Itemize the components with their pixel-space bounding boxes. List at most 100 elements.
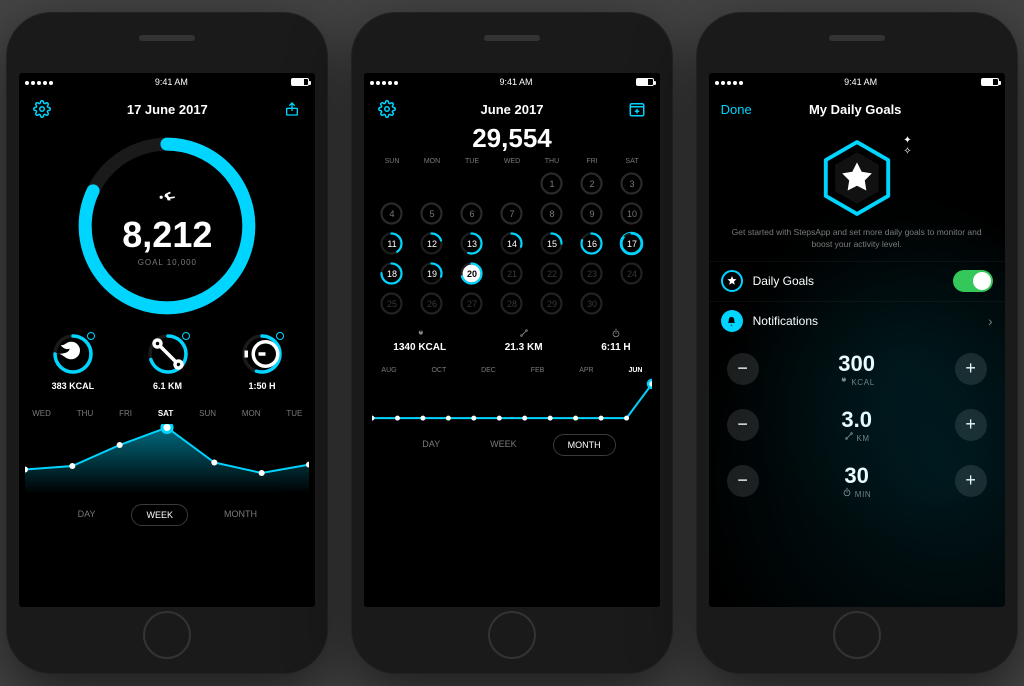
nav-bar: Done My Daily Goals <box>709 91 1005 127</box>
calendar-day[interactable]: 12 <box>419 231 444 256</box>
calendar-day[interactable]: 27 <box>459 291 484 316</box>
calendar-day[interactable]: 16 <box>579 231 604 256</box>
calendar-day[interactable]: 24 <box>619 261 644 286</box>
settings-button[interactable] <box>31 98 53 120</box>
calendar-day[interactable]: 22 <box>539 261 564 286</box>
month-chart <box>372 378 652 424</box>
status-bar: 9:41 AM <box>19 73 315 91</box>
day-label[interactable]: FRI <box>119 409 132 418</box>
calendar-day[interactable]: 14 <box>499 231 524 256</box>
dow-label: THU <box>532 158 572 165</box>
done-button[interactable]: Done <box>721 102 752 117</box>
signal-dots-icon <box>370 77 400 87</box>
dow-label: WED <box>492 158 532 165</box>
tab-month[interactable]: MONTH <box>210 504 271 526</box>
day-label[interactable]: THU <box>77 409 93 418</box>
calendar-day[interactable]: 26 <box>419 291 444 316</box>
day-label[interactable]: MON <box>242 409 261 418</box>
signal-dots-icon <box>715 77 745 87</box>
calendar-day[interactable]: 9 <box>579 201 604 226</box>
month-label[interactable]: APR <box>579 367 593 374</box>
goal-value: 30 <box>844 463 868 489</box>
calendar-day[interactable]: 7 <box>499 201 524 226</box>
tab-day[interactable]: DAY <box>64 504 110 526</box>
calendar-day[interactable]: 4 <box>379 201 404 226</box>
mini-label: 6.1 KM <box>153 381 182 391</box>
calendar-day[interactable]: 1 <box>539 171 564 196</box>
goal-row-min: − 30 MIN + <box>709 453 1005 509</box>
share-button[interactable] <box>281 98 303 120</box>
steps-progress-ring: 8,212 GOAL 10,000 <box>74 133 260 319</box>
tab-week[interactable]: WEEK <box>476 434 531 456</box>
gear-icon <box>378 100 396 118</box>
status-time: 9:41 AM <box>844 77 877 87</box>
notifications-row[interactable]: Notifications › <box>709 301 1005 341</box>
increment-button[interactable]: + <box>955 409 987 441</box>
decrement-button[interactable]: − <box>727 465 759 497</box>
walker-icon <box>158 186 177 210</box>
calendar-day[interactable]: 21 <box>499 261 524 286</box>
distance-icon <box>147 333 189 375</box>
calendar-day[interactable]: 8 <box>539 201 564 226</box>
calendar-day[interactable]: 23 <box>579 261 604 286</box>
bell-icon <box>721 310 743 332</box>
tab-day[interactable]: DAY <box>408 434 454 456</box>
battery-icon <box>291 78 309 86</box>
day-label[interactable]: TUE <box>286 409 302 418</box>
stat-value: 21.3 KM <box>505 342 543 353</box>
tab-month[interactable]: MONTH <box>553 434 616 456</box>
day-label[interactable]: SUN <box>199 409 216 418</box>
calendar-add-button[interactable] <box>626 98 648 120</box>
calendar-day[interactable]: 10 <box>619 201 644 226</box>
calendar-day[interactable]: 17 <box>619 231 644 256</box>
nav-bar: 17 June 2017 <box>19 91 315 127</box>
month-label[interactable]: OCT <box>431 367 446 374</box>
increment-button[interactable]: + <box>955 353 987 385</box>
daily-goals-toggle[interactable] <box>953 270 993 292</box>
calendar-day[interactable]: 3 <box>619 171 644 196</box>
goals-badge-icon: ✦✧ <box>818 139 896 217</box>
calendar-day[interactable]: 15 <box>539 231 564 256</box>
calendar-day[interactable]: 5 <box>419 201 444 226</box>
day-label[interactable]: SAT <box>158 409 173 418</box>
week-chart <box>25 424 309 494</box>
month-label[interactable]: DEC <box>481 367 496 374</box>
distance-icon <box>519 328 529 340</box>
month-label[interactable]: JUN <box>628 367 642 374</box>
mini-ring-time[interactable]: 1:50 H <box>241 333 283 391</box>
calendar-day[interactable]: 13 <box>459 231 484 256</box>
calendar-day[interactable]: 6 <box>459 201 484 226</box>
month-stat: 6:11 H <box>601 328 630 353</box>
dow-label: SUN <box>372 158 412 165</box>
month-title: June 2017 <box>398 102 626 117</box>
calendar-day[interactable]: 25 <box>379 291 404 316</box>
signal-dots-icon <box>25 77 55 87</box>
calendar-day[interactable]: 30 <box>579 291 604 316</box>
dow-label: TUE <box>452 158 492 165</box>
calendar-day[interactable]: 28 <box>499 291 524 316</box>
calendar-day[interactable]: 19 <box>419 261 444 286</box>
mini-ring-kcal[interactable]: 383 KCAL <box>52 333 95 391</box>
calendar-day[interactable]: 18 <box>379 261 404 286</box>
daily-goals-row[interactable]: Daily Goals <box>709 261 1005 301</box>
tab-week[interactable]: WEEK <box>131 504 188 526</box>
mini-label: 383 KCAL <box>52 381 95 391</box>
day-label[interactable]: WED <box>32 409 51 418</box>
calendar-day[interactable]: 2 <box>579 171 604 196</box>
flame-icon <box>838 378 848 387</box>
month-label[interactable]: FEB <box>531 367 545 374</box>
calendar-day[interactable]: 20 <box>459 261 484 286</box>
month-label[interactable]: AUG <box>381 367 396 374</box>
increment-button[interactable]: + <box>955 465 987 497</box>
mini-ring-km[interactable]: 6.1 KM <box>147 333 189 391</box>
share-icon <box>284 100 300 118</box>
settings-button[interactable] <box>376 98 398 120</box>
calendar-day[interactable]: 11 <box>379 231 404 256</box>
phone-goals: 9:41 AM Done My Daily Goals ✦✧ Get start… <box>697 13 1017 673</box>
decrement-button[interactable]: − <box>727 353 759 385</box>
calendar-day[interactable]: 29 <box>539 291 564 316</box>
flame-icon <box>415 328 425 340</box>
stopwatch-icon <box>241 333 283 375</box>
decrement-button[interactable]: − <box>727 409 759 441</box>
steps-value: 8,212 <box>122 214 212 256</box>
